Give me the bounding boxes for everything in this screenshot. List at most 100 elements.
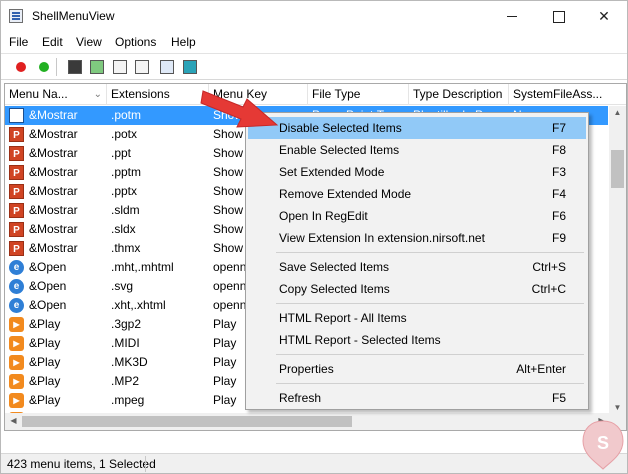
vertical-scrollbar[interactable]: ▲ ▼ bbox=[609, 106, 626, 414]
vertical-scroll-thumb[interactable] bbox=[611, 150, 624, 188]
powerpoint-icon bbox=[9, 241, 24, 256]
copy-button[interactable] bbox=[111, 58, 129, 76]
column-header-extensions[interactable]: Extensions bbox=[107, 84, 209, 105]
copy-icon bbox=[113, 60, 127, 74]
list-header: Menu Na... ⌄ Extensions Menu Key File Typ… bbox=[5, 84, 626, 105]
minimize-button[interactable] bbox=[489, 1, 535, 31]
cell-menu-name: &Mostrar bbox=[29, 241, 78, 255]
menu-separator bbox=[276, 383, 584, 384]
status-divider bbox=[145, 456, 146, 472]
save-button[interactable] bbox=[66, 58, 84, 76]
scroll-down-icon[interactable]: ▼ bbox=[609, 403, 626, 412]
powerpoint-icon bbox=[9, 146, 24, 161]
menu-item-label: HTML Report - All Items bbox=[279, 311, 407, 325]
cell-menu-name: &Play bbox=[29, 374, 61, 388]
media-play-icon bbox=[9, 374, 24, 389]
menu-item-label: Open In RegEdit bbox=[279, 209, 368, 223]
app-icon bbox=[9, 9, 23, 23]
menu-item-shortcut: Ctrl+C bbox=[531, 282, 566, 296]
enable-button[interactable] bbox=[35, 58, 53, 76]
menu-item-label: Refresh bbox=[279, 391, 322, 405]
context-menu-item[interactable]: HTML Report - All Items bbox=[248, 307, 586, 329]
context-menu-item[interactable]: Open In RegEdit F6 bbox=[248, 205, 586, 227]
menu-item-label: Enable Selected Items bbox=[279, 143, 400, 157]
enable-icon bbox=[39, 62, 49, 72]
column-label: Extensions bbox=[111, 87, 170, 101]
context-menu-item[interactable]: HTML Report - Selected Items bbox=[248, 329, 586, 351]
context-menu-item[interactable]: Disable Selected Items F7 bbox=[248, 117, 586, 139]
app-window: ShellMenuView ✕ File Edit View Options H… bbox=[0, 0, 628, 474]
horizontal-scroll-thumb[interactable] bbox=[22, 416, 352, 427]
horizontal-scrollbar[interactable]: ◀ ▶ bbox=[5, 413, 610, 430]
context-menu-item[interactable]: Copy Selected Items Ctrl+C bbox=[248, 278, 586, 300]
disable-button[interactable] bbox=[12, 58, 30, 76]
cell-menu-name: &Open bbox=[29, 298, 67, 312]
svg-text:S: S bbox=[597, 433, 609, 453]
column-label: Menu Na... bbox=[9, 87, 68, 101]
status-text: 423 menu items, 1 Selected bbox=[7, 457, 156, 471]
column-label: SystemFileAss... bbox=[513, 87, 603, 101]
cell-menu-name: &Mostrar bbox=[29, 108, 78, 122]
context-menu-item[interactable]: Remove Extended Mode F4 bbox=[248, 183, 586, 205]
menu-item-shortcut: F6 bbox=[551, 209, 566, 223]
cell-extensions: .sldm bbox=[111, 203, 140, 217]
menu-item-shortcut: F3 bbox=[551, 165, 566, 179]
refresh-icon bbox=[90, 60, 104, 74]
column-header-system-file-assoc[interactable]: SystemFileAss... bbox=[509, 84, 626, 105]
menu-item-label: Copy Selected Items bbox=[279, 282, 390, 296]
media-play-icon bbox=[9, 317, 24, 332]
cell-menu-name: &Mostrar bbox=[29, 184, 78, 198]
cell-menu-name: &Open bbox=[29, 279, 67, 293]
cell-extensions: .pptm bbox=[111, 165, 142, 179]
menu-help[interactable]: Help bbox=[171, 35, 196, 49]
cell-extensions: .svg bbox=[111, 279, 134, 293]
context-menu-item[interactable]: Enable Selected Items F8 bbox=[248, 139, 586, 161]
internet-explorer-icon bbox=[9, 260, 24, 275]
internet-explorer-icon bbox=[9, 279, 24, 294]
menu-item-shortcut: F9 bbox=[551, 231, 566, 245]
column-header-file-type[interactable]: File Type bbox=[308, 84, 409, 105]
cell-extensions: .mht,.mhtml bbox=[111, 260, 174, 274]
media-play-icon bbox=[9, 393, 24, 408]
menu-options[interactable]: Options bbox=[115, 35, 156, 49]
title-bar: ShellMenuView ✕ bbox=[1, 1, 627, 31]
find-button[interactable] bbox=[158, 58, 176, 76]
properties-button[interactable] bbox=[133, 58, 151, 76]
cell-extensions: .MK3D bbox=[111, 355, 148, 369]
maximize-button[interactable] bbox=[535, 1, 581, 31]
menu-item-label: Save Selected Items bbox=[279, 260, 390, 274]
menu-item-label: Properties bbox=[279, 362, 334, 376]
powerpoint-icon bbox=[9, 165, 24, 180]
context-menu-item[interactable]: View Extension In extension.nirsoft.net F… bbox=[248, 227, 586, 249]
toolbar-separator bbox=[56, 58, 57, 76]
scroll-up-icon[interactable]: ▲ bbox=[609, 108, 626, 117]
disable-icon bbox=[16, 62, 26, 72]
menu-file[interactable]: File bbox=[9, 35, 28, 49]
menu-edit[interactable]: Edit bbox=[42, 35, 63, 49]
close-button[interactable]: ✕ bbox=[581, 1, 627, 31]
cell-menu-name: &Play bbox=[29, 317, 61, 331]
menu-separator bbox=[276, 303, 584, 304]
cell-extensions: .MP2 bbox=[111, 374, 140, 388]
menu-item-label: Disable Selected Items bbox=[279, 121, 402, 135]
context-menu-item[interactable]: Save Selected Items Ctrl+S bbox=[248, 256, 586, 278]
cell-menu-name: &Open bbox=[29, 260, 67, 274]
context-menu-item[interactable]: Properties Alt+Enter bbox=[248, 358, 586, 380]
column-header-type-description[interactable]: Type Description bbox=[409, 84, 509, 105]
context-menu-item[interactable]: Refresh F5 bbox=[248, 387, 586, 409]
scroll-left-icon[interactable]: ◀ bbox=[5, 416, 22, 425]
menu-item-shortcut: F5 bbox=[551, 391, 566, 405]
column-header-menu-name[interactable]: Menu Na... ⌄ bbox=[5, 84, 107, 105]
exit-button[interactable] bbox=[181, 58, 199, 76]
context-menu-item[interactable]: Set Extended Mode F3 bbox=[248, 161, 586, 183]
properties-icon bbox=[135, 60, 149, 74]
powerpoint-icon bbox=[9, 127, 24, 142]
menu-item-shortcut: F7 bbox=[551, 121, 566, 135]
menu-view[interactable]: View bbox=[76, 35, 102, 49]
refresh-button[interactable] bbox=[88, 58, 106, 76]
menu-item-shortcut: Ctrl+S bbox=[532, 260, 566, 274]
watermark-logo-icon: S bbox=[582, 420, 624, 470]
menu-item-label: Remove Extended Mode bbox=[279, 187, 412, 201]
toolbar bbox=[1, 53, 627, 80]
cell-menu-name: &Mostrar bbox=[29, 146, 78, 160]
